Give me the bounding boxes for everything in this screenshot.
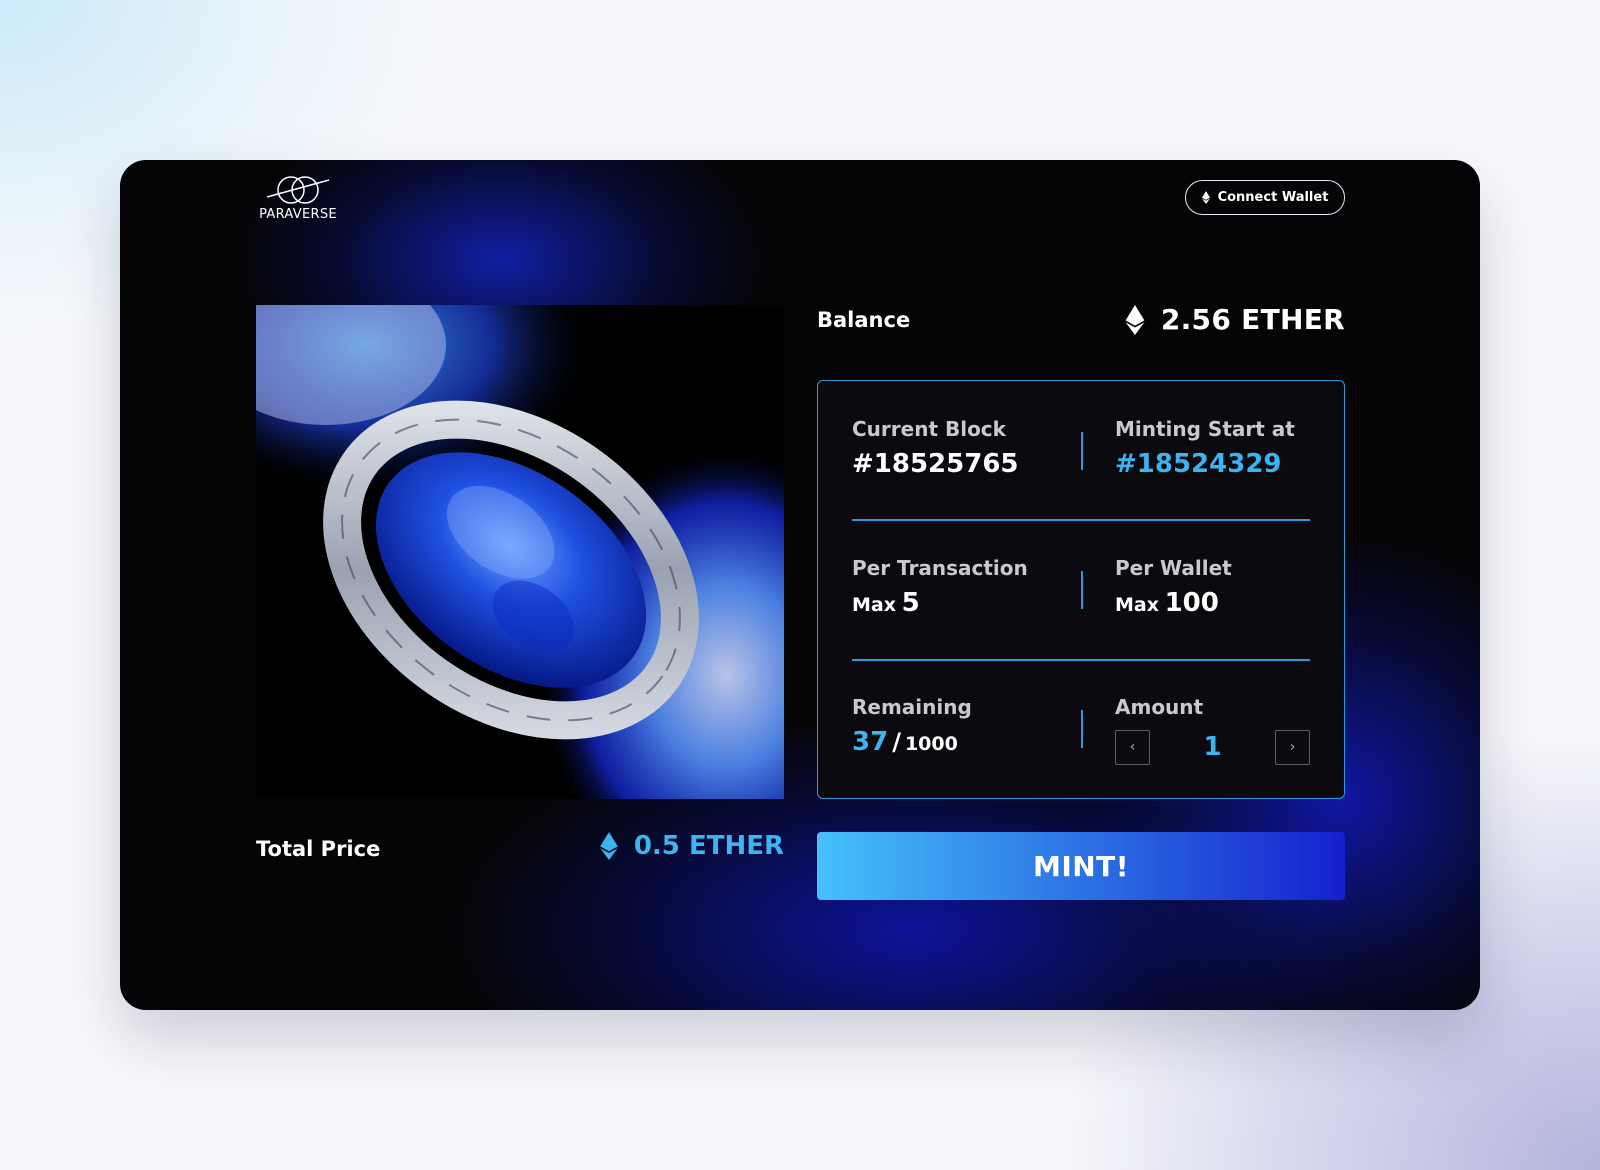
connect-wallet-label: Connect Wallet bbox=[1217, 190, 1329, 205]
per-wallet: Per Wallet Max 100 bbox=[1115, 556, 1310, 621]
per-wallet-max: Max 100 bbox=[1115, 588, 1310, 621]
balance-value: 2.56 ETHER bbox=[1020, 303, 1345, 336]
nft-preview-image bbox=[256, 305, 784, 799]
minting-start-value: #18524329 bbox=[1115, 449, 1282, 479]
decrement-button[interactable]: ‹ bbox=[1115, 730, 1150, 765]
amount-stepper: ‹ 1 › bbox=[1115, 730, 1310, 765]
info-row-supply: Remaining 37/1000 Amount ‹ 1 › bbox=[852, 695, 1310, 765]
interlocked-rings-logo-icon bbox=[266, 176, 330, 204]
current-block-label: Current Block bbox=[852, 417, 1006, 441]
divider bbox=[1081, 432, 1083, 470]
brand-name: PARAVERSE bbox=[259, 207, 337, 222]
remaining-label: Remaining bbox=[852, 695, 972, 719]
current-block-value: #18525765 bbox=[852, 449, 1019, 479]
minting-start: Minting Start at #18524329 bbox=[1115, 417, 1310, 479]
balance-label: Balance bbox=[817, 308, 911, 332]
per-transaction-max: Max 5 bbox=[852, 588, 1077, 621]
remaining-value: 37 bbox=[852, 727, 889, 757]
remaining-counter: 37/1000 bbox=[852, 727, 1077, 760]
max-prefix: Max bbox=[852, 594, 896, 616]
ethereum-icon bbox=[600, 832, 618, 860]
mint-button[interactable]: MINT! bbox=[817, 832, 1345, 900]
remaining-total: 1000 bbox=[904, 733, 958, 755]
chevron-left-icon: ‹ bbox=[1129, 739, 1136, 755]
brand-logo[interactable]: PARAVERSE bbox=[258, 172, 338, 222]
mint-info-panel: Current Block #18525765 Minting Start at… bbox=[817, 380, 1345, 799]
divider bbox=[1081, 571, 1083, 609]
divider bbox=[1081, 710, 1083, 748]
remaining-separator: / bbox=[892, 728, 901, 756]
connect-wallet-button[interactable]: Connect Wallet bbox=[1185, 180, 1345, 215]
amount-value: 1 bbox=[1203, 732, 1222, 762]
chevron-right-icon: › bbox=[1289, 739, 1296, 755]
increment-button[interactable]: › bbox=[1275, 730, 1310, 765]
mint-card: PARAVERSE Connect Wallet Balance 2.56 ET… bbox=[120, 160, 1480, 1010]
total-price-value: 0.5 ETHER bbox=[520, 831, 784, 861]
info-row-blocks: Current Block #18525765 Minting Start at… bbox=[852, 417, 1310, 487]
amount: Amount ‹ 1 › bbox=[1115, 695, 1310, 765]
amount-label: Amount bbox=[1115, 695, 1204, 719]
total-price-amount: 0.5 ETHER bbox=[633, 831, 784, 861]
minting-start-label: Minting Start at bbox=[1115, 417, 1295, 441]
info-row-limits: Per Transaction Max 5 Per Wallet Max 100 bbox=[852, 556, 1310, 626]
remaining: Remaining 37/1000 bbox=[852, 695, 1077, 760]
divider bbox=[852, 519, 1310, 521]
ethereum-icon bbox=[1201, 191, 1210, 204]
per-transaction-value: 5 bbox=[901, 588, 920, 618]
per-wallet-label: Per Wallet bbox=[1115, 556, 1232, 580]
per-transaction: Per Transaction Max 5 bbox=[852, 556, 1077, 621]
balance-amount: 2.56 ETHER bbox=[1160, 303, 1345, 336]
per-transaction-label: Per Transaction bbox=[852, 556, 1028, 580]
current-block: Current Block #18525765 bbox=[852, 417, 1077, 479]
divider bbox=[852, 659, 1310, 661]
total-price-label: Total Price bbox=[256, 837, 381, 861]
per-wallet-value: 100 bbox=[1164, 588, 1219, 618]
nft-ring-artwork bbox=[256, 305, 784, 799]
max-prefix: Max bbox=[1115, 594, 1159, 616]
ethereum-icon bbox=[1125, 304, 1145, 335]
